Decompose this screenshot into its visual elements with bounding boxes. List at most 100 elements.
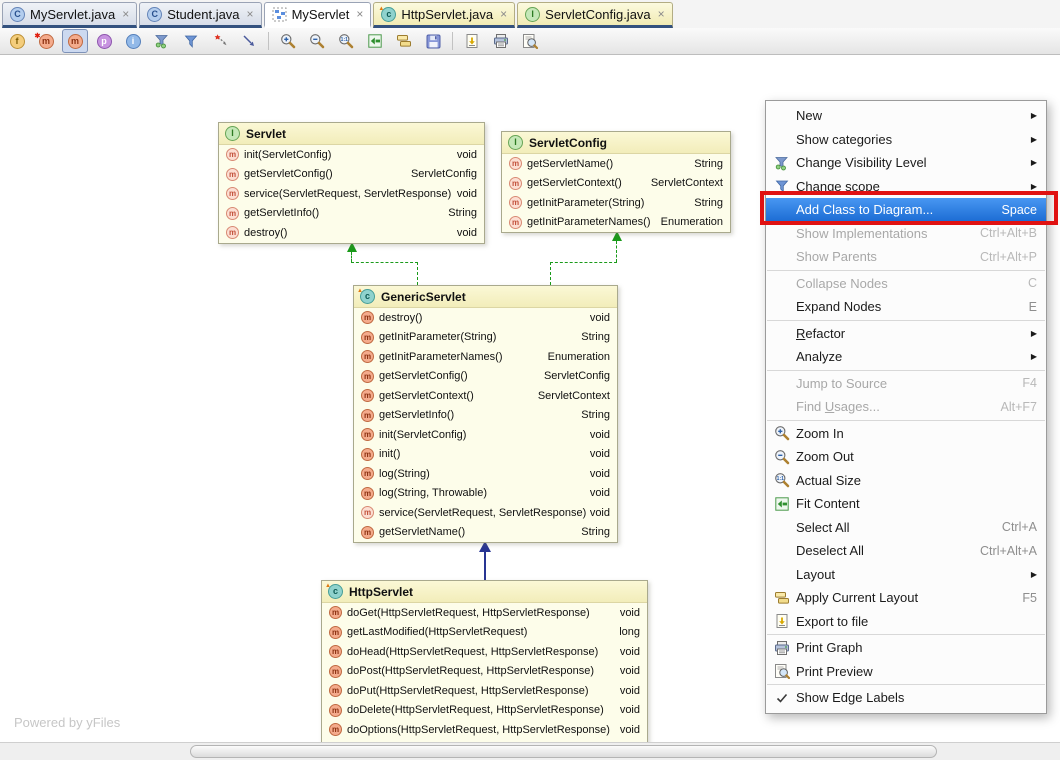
menu-item-show-parents: Show ParentsCtrl+Alt+P: [766, 245, 1046, 269]
tab-httpservlet-java[interactable]: c▲HttpServlet.java×: [373, 2, 515, 28]
method-row[interactable]: mgetServletContext()ServletContext: [502, 174, 730, 194]
realization-edge-servlet[interactable]: [351, 252, 352, 262]
method-row[interactable]: minit()void: [354, 445, 617, 465]
show-fields-button[interactable]: f: [4, 29, 30, 53]
method-row[interactable]: mdoDelete(HttpServletRequest, HttpServle…: [322, 701, 647, 721]
uml-class-genericservlet[interactable]: c▲GenericServletmdestroy()voidmgetInitPa…: [353, 285, 618, 543]
method-row[interactable]: mgetServletInfo()String: [219, 204, 484, 224]
method-return-type: void: [620, 704, 640, 716]
menu-item-analyze[interactable]: Analyze▶: [766, 345, 1046, 369]
change-scope-button[interactable]: [178, 29, 204, 53]
menu-item-deselect-all[interactable]: Deselect AllCtrl+Alt+A: [766, 539, 1046, 563]
menu-item-fit-content[interactable]: Fit Content: [766, 492, 1046, 516]
close-icon[interactable]: ×: [658, 7, 665, 21]
method-signature: doPost(HttpServletRequest, HttpServletRe…: [347, 665, 594, 677]
horizontal-scrollbar-thumb[interactable]: [190, 745, 937, 758]
zoom-in-button[interactable]: [275, 29, 301, 53]
menu-item-refactor[interactable]: Refactor▶: [766, 322, 1046, 346]
realization-edge-servlet[interactable]: [417, 262, 418, 285]
method-row[interactable]: mgetInitParameter(String)String: [502, 193, 730, 213]
method-row[interactable]: minit(ServletConfig)void: [354, 425, 617, 445]
method-row[interactable]: mdoPost(HttpServletRequest, HttpServletR…: [322, 662, 647, 682]
show-constructors-button[interactable]: m✱: [33, 29, 59, 53]
menu-item-zoom-out[interactable]: Zoom Out: [766, 445, 1046, 469]
export-to-file-button[interactable]: [459, 29, 485, 53]
method-row[interactable]: mdoGet(HttpServletRequest, HttpServletRe…: [322, 603, 647, 623]
show-properties-button[interactable]: p: [91, 29, 117, 53]
menu-item-change-scope[interactable]: Change scope▶: [766, 175, 1046, 199]
method-row[interactable]: mdestroy()void: [354, 308, 617, 328]
method-row[interactable]: mgetLastModified(HttpServletRequest)long: [322, 623, 647, 643]
method-row[interactable]: mdoPut(HttpServletRequest, HttpServletRe…: [322, 681, 647, 701]
menu-item-apply-current-layout[interactable]: Apply Current LayoutF5: [766, 586, 1046, 610]
menu-item-actual-size[interactable]: 1:1Actual Size: [766, 469, 1046, 493]
uml-class-servletconfig[interactable]: IServletConfigmgetServletName()Stringmge…: [501, 131, 731, 233]
actual-size-button[interactable]: 1:1: [333, 29, 359, 53]
menu-item-expand-nodes[interactable]: Expand NodesE: [766, 295, 1046, 319]
generalization-edge-genericservlet[interactable]: [484, 552, 486, 580]
tab-student-java[interactable]: CStudent.java×: [139, 2, 261, 28]
tab-myservlet-java[interactable]: CMyServlet.java×: [2, 2, 137, 28]
method-row[interactable]: mgetServletConfig()ServletConfig: [354, 367, 617, 387]
menu-item-show-categories[interactable]: Show categories▶: [766, 128, 1046, 152]
menu-item-export-to-file[interactable]: Export to file: [766, 610, 1046, 634]
menu-item-add-class-to-diagram[interactable]: Add Class to Diagram...Space: [766, 198, 1046, 222]
method-row[interactable]: mservice(ServletRequest, ServletResponse…: [354, 503, 617, 523]
method-row[interactable]: mgetServletContext()ServletContext: [354, 386, 617, 406]
method-icon: m: [361, 467, 374, 480]
show-dependencies-button[interactable]: [236, 29, 262, 53]
menu-item-zoom-in[interactable]: Zoom In: [766, 422, 1046, 446]
menu-item-print-graph[interactable]: Print Graph: [766, 636, 1046, 660]
menu-item-print-preview[interactable]: Print Preview: [766, 660, 1046, 684]
change-visibility-level-button[interactable]: [149, 29, 175, 53]
menu-item-select-all[interactable]: Select AllCtrl+A: [766, 516, 1046, 540]
horizontal-scrollbar[interactable]: [0, 742, 1060, 760]
method-icon: m: [361, 311, 374, 324]
menu-item-layout[interactable]: Layout▶: [766, 563, 1046, 587]
uml-class-servlet[interactable]: IServletminit(ServletConfig)voidmgetServ…: [218, 122, 485, 244]
method-row[interactable]: mdestroy()void: [219, 223, 484, 243]
realization-edge-servletconfig[interactable]: [616, 241, 617, 262]
method-row[interactable]: mgetServletConfig()ServletConfig: [219, 165, 484, 185]
zoom-out-button[interactable]: [304, 29, 330, 53]
method-row[interactable]: mgetServletName()String: [354, 523, 617, 543]
realization-edge-servletconfig[interactable]: [550, 262, 617, 263]
uml-class-httpservlet[interactable]: c▲HttpServletmdoGet(HttpServletRequest, …: [321, 580, 648, 742]
method-row[interactable]: minit(ServletConfig)void: [219, 145, 484, 165]
method-row[interactable]: mdoOptions(HttpServletRequest, HttpServl…: [322, 720, 647, 740]
fit-content-button[interactable]: [362, 29, 388, 53]
method-row[interactable]: mgetServletInfo()String: [354, 406, 617, 426]
close-icon[interactable]: ×: [356, 7, 363, 21]
method-row[interactable]: mlog(String)void: [354, 464, 617, 484]
method-row[interactable]: mservice(ServletRequest, ServletResponse…: [219, 184, 484, 204]
uml-class-header[interactable]: IServletConfig: [502, 132, 730, 154]
menu-item-label: Print Graph: [796, 640, 862, 655]
method-return-type: void: [457, 227, 477, 239]
uml-class-header[interactable]: c▲GenericServlet: [354, 286, 617, 308]
method-row[interactable]: mlog(String, Throwable)void: [354, 484, 617, 504]
print-preview-button[interactable]: [517, 29, 543, 53]
show-methods-button[interactable]: m: [62, 29, 88, 53]
uml-class-header[interactable]: c▲HttpServlet: [322, 581, 647, 603]
save-diagram-button[interactable]: [420, 29, 446, 53]
show-inner-classes-button[interactable]: i: [120, 29, 146, 53]
close-icon[interactable]: ×: [122, 7, 129, 21]
close-icon[interactable]: ×: [247, 7, 254, 21]
menu-item-new[interactable]: New▶: [766, 104, 1046, 128]
method-row[interactable]: mgetInitParameterNames()Enumeration: [354, 347, 617, 367]
print-graph-button[interactable]: [488, 29, 514, 53]
edge-creation-mode-button[interactable]: [207, 29, 233, 53]
apply-current-layout-button[interactable]: [391, 29, 417, 53]
method-row[interactable]: mgetServletName()String: [502, 154, 730, 174]
menu-item-change-visibility-level[interactable]: Change Visibility Level▶: [766, 151, 1046, 175]
tab-myservlet[interactable]: MyServlet×: [264, 2, 372, 28]
method-row[interactable]: mgetInitParameter(String)String: [354, 328, 617, 348]
method-row[interactable]: mgetInitParameterNames()Enumeration: [502, 213, 730, 233]
realization-edge-servletconfig[interactable]: [550, 262, 551, 285]
tab-servletconfig-java[interactable]: IServletConfig.java×: [517, 2, 673, 28]
method-row[interactable]: mdoHead(HttpServletRequest, HttpServletR…: [322, 642, 647, 662]
menu-item-show-edge-labels[interactable]: Show Edge Labels: [766, 686, 1046, 710]
close-icon[interactable]: ×: [500, 7, 507, 21]
uml-class-header[interactable]: IServlet: [219, 123, 484, 145]
realization-edge-servlet[interactable]: [351, 262, 418, 263]
